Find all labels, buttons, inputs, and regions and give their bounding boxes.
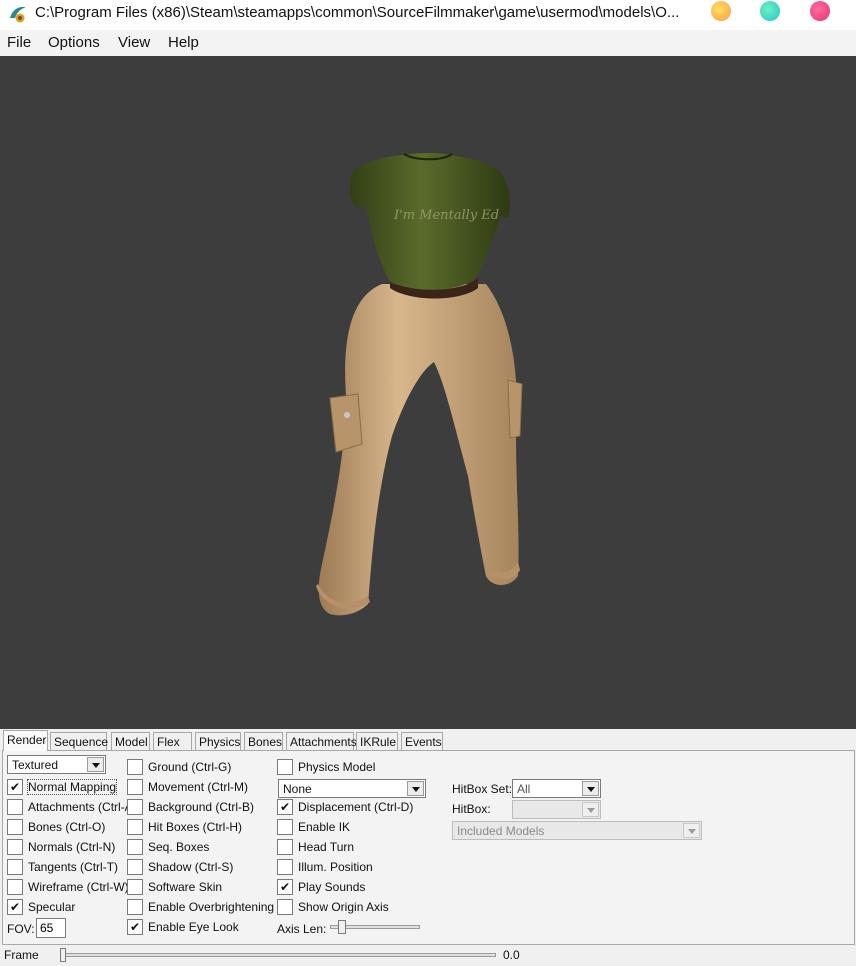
check-icon [7, 819, 23, 835]
checkmark-icon: ✔ [7, 899, 23, 915]
tab-events[interactable]: Events [401, 732, 443, 750]
included-models-dropdown[interactable]: Included Models [452, 821, 702, 840]
check-icon [127, 859, 143, 875]
check-icon [277, 819, 293, 835]
tab-sequence[interactable]: Sequence [50, 732, 108, 750]
frame-label: Frame [4, 948, 39, 962]
check-icon [127, 839, 143, 855]
menu-help[interactable]: Help [168, 34, 199, 51]
chevron-down-icon [582, 781, 599, 796]
hitbox-dropdown[interactable] [512, 800, 601, 819]
tab-render[interactable]: Render [3, 730, 48, 751]
model-viewport[interactable]: I'm Mentally Ed [0, 56, 856, 729]
check-icon [7, 839, 23, 855]
hitbox-set-dropdown[interactable]: All [512, 779, 601, 798]
checkmark-icon: ✔ [277, 879, 293, 895]
frame-bar: Frame 0.0 [0, 945, 856, 966]
chevron-down-icon [87, 757, 104, 772]
checkmark-icon: ✔ [277, 799, 293, 815]
app-icon [10, 6, 26, 23]
physics-dropdown[interactable]: None [278, 779, 426, 798]
check-icon [127, 799, 143, 815]
check-icon [277, 839, 293, 855]
check-icon [277, 859, 293, 875]
tab-bones[interactable]: Bones [244, 732, 283, 750]
chevron-down-icon [582, 802, 599, 817]
check-icon [127, 879, 143, 895]
title-bar: C:\Program Files (x86)\Steam\steamapps\c… [0, 0, 856, 30]
menu-file[interactable]: File [7, 34, 31, 51]
close-button[interactable] [810, 1, 830, 21]
tab-physics[interactable]: Physics [195, 732, 241, 750]
tab-flex[interactable]: Flex [153, 732, 192, 750]
control-panel: Render Sequence Model Flex Physics Bones… [0, 729, 856, 966]
render-mode-value: Textured [12, 758, 59, 772]
check-icon [7, 799, 23, 815]
check-icon [7, 879, 23, 895]
shirt-print-text: I'm Mentally Ed [393, 208, 499, 223]
render-mode-dropdown[interactable]: Textured [7, 755, 106, 774]
model-render: I'm Mentally Ed [316, 153, 523, 616]
frame-value: 0.0 [503, 948, 520, 962]
physics-value: None [283, 782, 312, 796]
window-title: C:\Program Files (x86)\Steam\steamapps\c… [35, 4, 680, 21]
minimize-button[interactable] [711, 1, 731, 21]
hitbox-set-label: HitBox Set: [452, 782, 513, 796]
checkmark-icon: ✔ [127, 919, 143, 935]
check-icon [127, 819, 143, 835]
hitbox-set-value: All [517, 782, 531, 796]
maximize-button[interactable] [760, 1, 780, 21]
check-icon [277, 759, 293, 775]
included-models-value: Included Models [457, 824, 545, 838]
frame-slider-thumb[interactable] [60, 948, 66, 962]
axis-len-label: Axis Len: [277, 922, 327, 936]
check-icon [127, 779, 143, 795]
check-icon [127, 899, 143, 915]
axis-len-slider-thumb[interactable] [338, 920, 347, 934]
menu-bar: File Options View Help [0, 30, 856, 56]
fov-label: FOV: [7, 922, 35, 936]
fov-input[interactable] [36, 918, 66, 938]
tab-ikrule[interactable]: IKRule [356, 732, 398, 750]
check-icon [277, 899, 293, 915]
checkmark-icon: ✔ [7, 779, 23, 795]
hitbox-label: HitBox: [452, 802, 491, 816]
frame-slider[interactable] [60, 953, 496, 957]
check-icon [127, 759, 143, 775]
chevron-down-icon [407, 781, 424, 796]
chevron-down-icon [683, 823, 700, 838]
tab-model[interactable]: Model [111, 732, 150, 750]
check-icon [7, 859, 23, 875]
tab-attachments[interactable]: Attachments [286, 732, 357, 750]
menu-options[interactable]: Options [48, 34, 100, 51]
menu-view[interactable]: View [118, 34, 150, 51]
